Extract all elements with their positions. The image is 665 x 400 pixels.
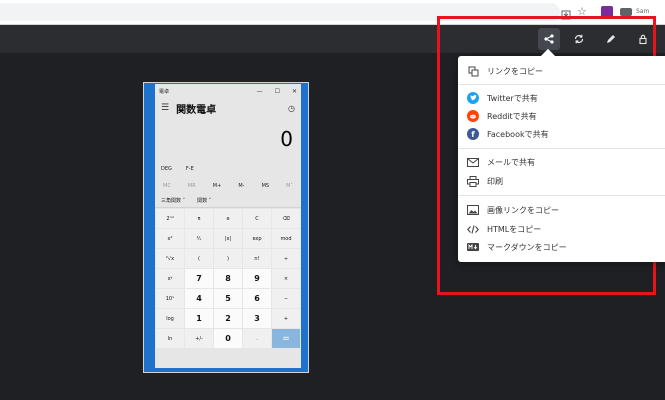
fe-label: F-E	[185, 166, 194, 172]
image-icon	[467, 204, 479, 216]
calculator-key: 5	[214, 289, 242, 308]
menu-item-copy-html[interactable]: HTMLをコピー	[458, 220, 665, 238]
calculator-key: 7	[185, 269, 213, 288]
calculator-key: π	[185, 209, 213, 228]
calculator-key: 8	[214, 269, 242, 288]
menu-item-print[interactable]: 印刷	[458, 172, 665, 190]
menu-item-label: 印刷	[487, 176, 503, 186]
memory-key: MC	[163, 183, 171, 189]
menu-item-copy-link[interactable]: リンクをコピー	[458, 62, 665, 80]
print-icon	[467, 175, 479, 187]
hamburger-icon: ☰	[161, 103, 170, 113]
calculator-key: e	[214, 209, 242, 228]
func-dropdown-label: 関数 ˅	[197, 198, 212, 204]
angle-mode-label: DEG	[161, 166, 172, 172]
calculator-key: 4	[185, 289, 213, 308]
calculator-key: 0	[214, 329, 242, 348]
calculator-key: 9	[243, 269, 271, 288]
calculator-key: +/-	[185, 329, 213, 348]
calculator-mode-title: 関数電卓	[176, 104, 217, 116]
menu-item-label: メールで共有	[487, 157, 535, 167]
memory-key: M˅	[286, 183, 293, 189]
calculator-key: .	[243, 329, 271, 348]
calculator-key: C	[243, 209, 271, 228]
calculator-key: 6	[243, 289, 271, 308]
extension-icon[interactable]	[620, 8, 632, 16]
menu-item-label: Twitterで共有	[487, 93, 538, 103]
markdown-icon	[467, 241, 479, 253]
calculator-key: ²√x	[156, 249, 184, 268]
calculator-key: )	[214, 249, 242, 268]
menu-item-facebook[interactable]: f Facebookで共有	[458, 125, 665, 143]
memory-key: MS	[261, 183, 270, 189]
calculator-key: log	[156, 309, 184, 328]
minimize-icon: —	[256, 87, 263, 95]
menu-item-copy-image-link[interactable]: 画像リンクをコピー	[458, 201, 665, 219]
calculator-key: |x|	[214, 229, 242, 248]
calculator-key: =	[272, 329, 300, 348]
window-controls: — ☐ ✕	[257, 88, 297, 95]
calculator-window-title: 電卓	[159, 88, 170, 95]
calculator-key: exp	[243, 229, 271, 248]
menu-item-label: リンクをコピー	[487, 66, 543, 76]
memory-key: M-	[238, 183, 245, 189]
calculator-display: 0	[280, 127, 293, 151]
close-icon: ✕	[291, 87, 297, 95]
memory-key: M+	[212, 183, 222, 189]
calculator-key: n!	[243, 249, 271, 268]
menu-item-copy-markdown[interactable]: マークダウンをコピー	[458, 238, 665, 256]
calculator-key: ln	[156, 329, 184, 348]
calculator-key: −	[272, 289, 300, 308]
calculator-titlebar: 電卓 — ☐ ✕	[155, 84, 301, 98]
menu-item-label: Redditで共有	[487, 111, 537, 121]
calculator-key: ⌫	[272, 209, 300, 228]
calculator-key: 3	[243, 309, 271, 328]
menu-item-label: マークダウンをコピー	[487, 242, 567, 252]
menu-item-label: HTMLをコピー	[487, 224, 542, 234]
divider	[458, 195, 665, 196]
calculator-key: 2ⁿᵈ	[156, 209, 184, 228]
calculator-header: ☰ 関数電卓 ◷	[155, 98, 301, 118]
calculator-key: 1	[185, 309, 213, 328]
history-icon: ◷	[288, 103, 295, 113]
code-icon	[467, 223, 479, 235]
angle-row: DEG F-E	[155, 160, 301, 178]
calculator-key: 2	[214, 309, 242, 328]
calculator-key: +	[272, 309, 300, 328]
calculator-key: ×	[272, 269, 300, 288]
maximize-icon: ☐	[274, 87, 280, 95]
share-menu: リンクをコピー Twitterで共有 Redditで共有 f Facebookで…	[458, 56, 665, 262]
calculator-key: 10ˣ	[156, 289, 184, 308]
memory-key: MR	[187, 183, 196, 189]
copy-icon	[467, 65, 479, 77]
keypad: 2ⁿᵈ π e C ⌫ x² ¹⁄ₓ |x| exp mod ²√x() n! ÷ xʸ 7 8 9 × 10ˣ 4 5…	[155, 208, 301, 349]
twitter-icon	[467, 92, 479, 104]
reddit-icon	[467, 110, 479, 122]
calculator-window: 電卓 — ☐ ✕ ☰ 関数電卓 ◷ 0 DEG F-E MC MR M+ M- …	[155, 84, 301, 368]
menu-item-label: 画像リンクをコピー	[487, 205, 559, 215]
app-root: ☆ Sam 電卓 — ☐ ✕ ☰ 関数電卓 ◷ 0 DEG F-E MC MR …	[0, 0, 665, 400]
divider	[458, 148, 665, 149]
calculator-key: x²	[156, 229, 184, 248]
calculator-key: (	[185, 249, 213, 268]
facebook-icon: f	[467, 128, 479, 140]
mail-icon	[467, 156, 479, 168]
menu-item-reddit[interactable]: Redditで共有	[458, 107, 665, 125]
menu-item-email[interactable]: メールで共有	[458, 153, 665, 171]
divider	[458, 84, 665, 85]
calculator-key: ÷	[272, 249, 300, 268]
memory-row: MC MR M+ M- MS M˅	[155, 178, 301, 194]
calculator-key: ¹⁄ₓ	[185, 229, 213, 248]
calculator-key: mod	[272, 229, 300, 248]
menu-item-label: Facebookで共有	[487, 129, 549, 139]
function-row: 三角関数 ˅ 関数 ˅	[155, 194, 301, 208]
trig-dropdown-label: 三角関数 ˅	[161, 198, 186, 204]
menu-item-twitter[interactable]: Twitterで共有	[458, 89, 665, 107]
calculator-key: xʸ	[156, 269, 184, 288]
